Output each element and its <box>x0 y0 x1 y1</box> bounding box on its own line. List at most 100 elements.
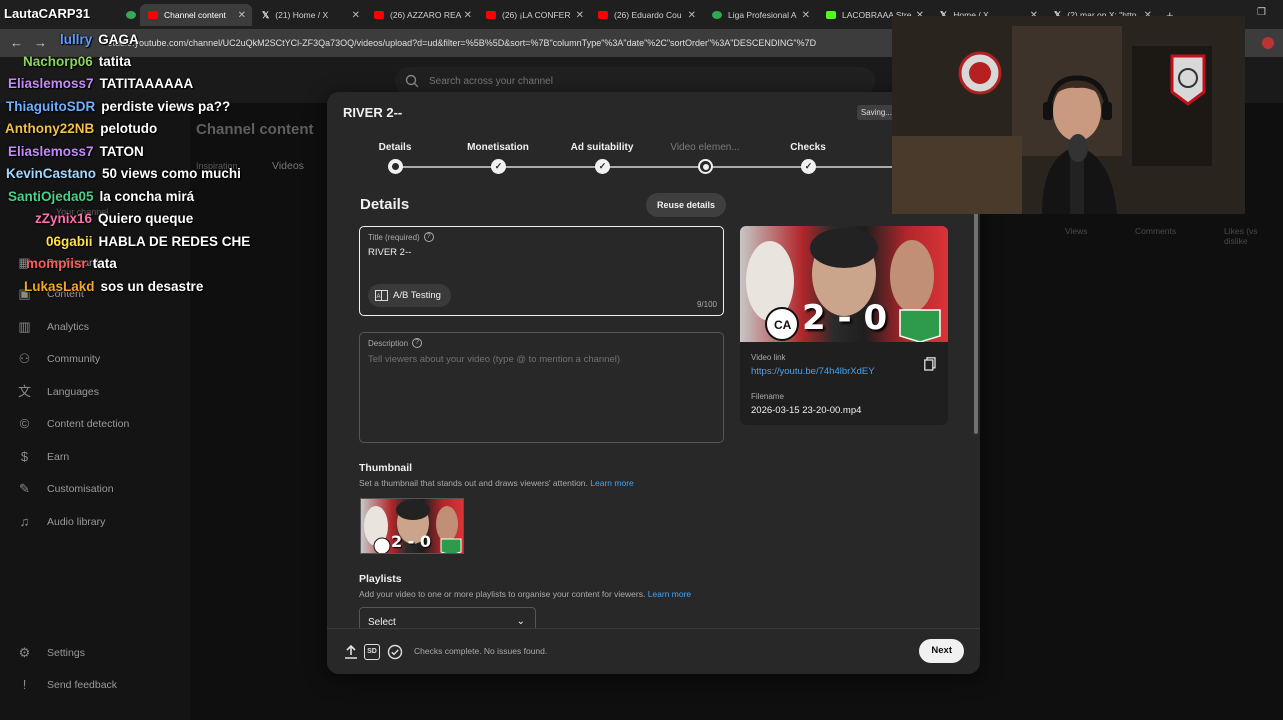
check-icon[interactable]: ✓ <box>491 159 506 174</box>
dialog-footer: SD Checks complete. No issues found. Nex… <box>327 628 980 674</box>
tab-profile[interactable] <box>118 4 140 26</box>
search-icon <box>405 74 419 88</box>
stepper-line <box>395 166 925 168</box>
x-logo-icon: 𝕏 <box>262 9 270 20</box>
step-ad-suitability-label[interactable]: Ad suitability <box>547 142 657 153</box>
check-icon[interactable]: ✓ <box>801 159 816 174</box>
thumbnail-option[interactable]: 2 - 0 <box>360 498 464 554</box>
step-video-elements-dot[interactable] <box>698 159 713 174</box>
tab-channel-content[interactable]: Channel content ✕ <box>140 4 252 26</box>
ab-testing-icon: A <box>375 290 388 301</box>
sidebar-item-analytics[interactable]: ▥ Analytics <box>16 318 89 335</box>
title-char-counter: 9/100 <box>696 300 717 309</box>
checks-complete-icon[interactable] <box>387 644 403 660</box>
sidebar-item-customisation[interactable]: ✎ Customisation <box>16 480 113 497</box>
help-icon[interactable]: ? <box>423 232 434 242</box>
details-heading: Details <box>360 196 410 213</box>
playlists-subtitle: Add your video to one or more playlists … <box>359 589 692 599</box>
sidebar-item-languages[interactable]: 文 Languages <box>16 383 99 400</box>
copyright-icon: © <box>19 416 30 431</box>
chat-message: SantiOjeda05 la concha mirá <box>8 189 195 204</box>
step-video-elements-label[interactable]: Video elemen... <box>650 142 760 153</box>
tab-conferencia[interactable]: (26) ¡LA CONFER ✕ <box>478 4 590 26</box>
thumbnail-score: 2 - 0 <box>802 298 888 338</box>
description-placeholder: Tell viewers about your video (type @ to… <box>368 354 621 365</box>
reuse-details-button[interactable]: Reuse details <box>646 193 727 217</box>
help-icon[interactable]: ? <box>412 338 423 348</box>
liga-icon <box>712 11 722 19</box>
copy-icon[interactable] <box>924 357 936 371</box>
tab-eduardo[interactable]: (26) Eduardo Cou ✕ <box>590 4 702 26</box>
youtube-icon <box>148 11 158 19</box>
description-field[interactable]: Description ? Tell viewers about your vi… <box>359 332 724 443</box>
chevron-down-icon: ⌄ <box>516 616 525 627</box>
search-bar[interactable]: Search across your channel <box>395 67 875 95</box>
sidebar-item-earn[interactable]: $ Earn <box>16 448 69 465</box>
svg-text:CA: CA <box>774 318 792 332</box>
tab-videos[interactable]: Videos <box>272 160 304 172</box>
thumbnail-small-score: 2 - 0 <box>391 532 432 551</box>
video-preview-thumbnail[interactable]: CA 2 - 0 <box>740 226 948 342</box>
dialog-scrollbar[interactable] <box>974 180 978 434</box>
next-button[interactable]: Next <box>919 639 964 663</box>
url-field[interactable]: studio.youtube.com/channel/UC2uQkM2SCtYC… <box>108 34 878 52</box>
sidebar-item-audio-library[interactable]: ♫ Audio library <box>16 513 106 530</box>
sidebar-item-send-feedback[interactable]: ! Send feedback <box>16 676 117 693</box>
kick-icon <box>826 11 836 19</box>
playlist-select-value: Select <box>368 617 396 628</box>
sd-badge-icon[interactable]: SD <box>364 644 380 660</box>
close-icon[interactable]: ✕ <box>352 10 360 21</box>
chat-message: Nachorp06 tatita <box>23 54 132 69</box>
title-field[interactable]: Title (required) ? RIVER 2-- A A/B Testi… <box>359 226 724 316</box>
chat-message: KevinCastano 50 views como muchi <box>6 166 241 181</box>
playlists-learn-more-link[interactable]: Learn more <box>648 589 691 599</box>
maximize-icon[interactable]: ❐ <box>1257 7 1266 18</box>
close-icon[interactable]: ✕ <box>802 10 810 21</box>
upload-stepper: Details Monetisation Ad suitability Vide… <box>327 138 980 178</box>
tab-home-x[interactable]: 𝕏 (21) Home / X ✕ <box>254 4 366 26</box>
chat-message: Eliaslemoss7 TATITAAAAAA <box>8 76 194 91</box>
filename-value: 2026-03-15 23-20-00.mp4 <box>751 405 862 416</box>
chat-message: 06gabii HABLA DE REDES CHE <box>46 234 251 249</box>
title-label: Title (required) ? <box>368 232 434 242</box>
youtube-icon <box>374 11 384 19</box>
sidebar-item-content-detection[interactable]: © Content detection <box>16 415 130 432</box>
screen: { "browser": { "tabs": [ {"label": "", "… <box>0 0 1283 720</box>
ab-testing-button[interactable]: A A/B Testing <box>368 284 451 307</box>
step-details-dot[interactable] <box>388 159 403 174</box>
upload-icon[interactable] <box>343 644 359 660</box>
analytics-icon: ▥ <box>18 319 31 334</box>
search-placeholder: Search across your channel <box>429 75 553 87</box>
chat-message: Anthony22NB pelotudo <box>5 121 158 136</box>
thumbnail-subtitle: Set a thumbnail that stands out and draw… <box>359 478 634 488</box>
close-icon[interactable]: ✕ <box>464 10 472 21</box>
thumbnail-heading: Thumbnail <box>359 462 413 474</box>
close-icon[interactable]: ✕ <box>688 10 696 21</box>
dollar-icon: $ <box>20 449 29 464</box>
thumbnail-learn-more-link[interactable]: Learn more <box>590 478 633 488</box>
close-icon[interactable]: ✕ <box>576 10 584 21</box>
col-views: Views <box>1065 226 1088 236</box>
video-link[interactable]: https://youtu.be/74h4lbrXdEY <box>751 366 875 377</box>
playlists-heading: Playlists <box>359 573 402 585</box>
sidebar-item-community[interactable]: ⚇ Community <box>16 350 100 367</box>
back-icon[interactable]: ← <box>10 35 23 50</box>
step-checks-label[interactable]: Checks <box>753 142 863 153</box>
tab-azzaro[interactable]: (26) AZZARO REA ✕ <box>366 4 478 26</box>
gear-icon: ⚙ <box>18 645 31 660</box>
youtube-icon <box>486 11 496 19</box>
step-monetisation-label[interactable]: Monetisation <box>443 142 553 153</box>
checks-status: Checks complete. No issues found. <box>414 646 548 656</box>
check-icon[interactable]: ✓ <box>595 159 610 174</box>
title-value[interactable]: RIVER 2-- <box>368 247 411 258</box>
col-likes: Likes (vs dislike <box>1224 226 1258 246</box>
forward-icon[interactable]: → <box>34 35 47 50</box>
step-details-label[interactable]: Details <box>340 142 450 153</box>
sidebar-item-settings[interactable]: ⚙ Settings <box>16 644 85 661</box>
tab-liga-profesional[interactable]: Liga Profesional A ✕ <box>704 4 816 26</box>
close-icon[interactable]: ✕ <box>238 10 246 21</box>
dialog-title: RIVER 2-- <box>343 105 403 120</box>
chat-message: zZynix16 Quiero queque <box>35 211 194 226</box>
profile-avatar-icon[interactable] <box>1262 37 1274 49</box>
chat-message: Eliaslemoss7 TATON <box>8 144 144 159</box>
